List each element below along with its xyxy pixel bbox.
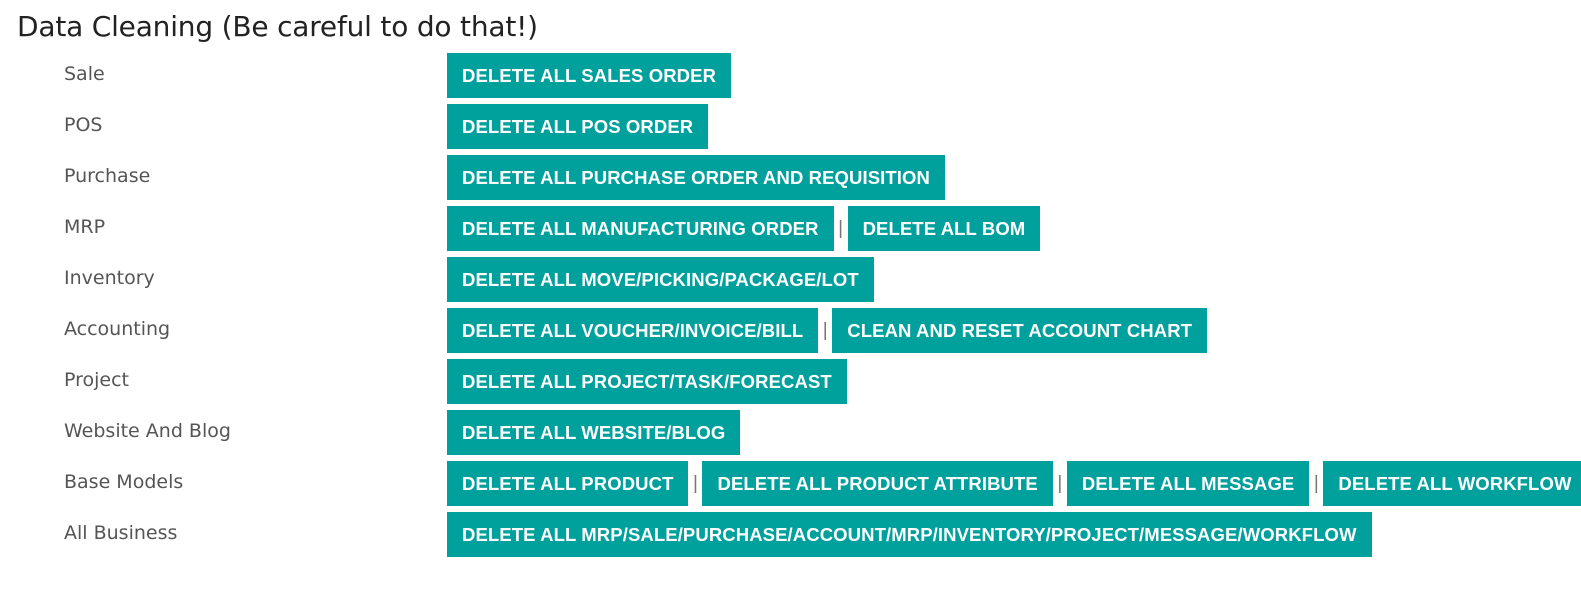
row-label-project: Project bbox=[64, 369, 130, 391]
delete-all-sales-order-button[interactable]: DELETE ALL SALES ORDER bbox=[447, 53, 732, 98]
row-actions-sale: DELETE ALL SALES ORDER bbox=[447, 53, 732, 98]
row-purchase: Purchase DELETE ALL PURCHASE ORDER AND R… bbox=[0, 155, 1581, 206]
row-actions-purchase: DELETE ALL PURCHASE ORDER AND REQUISITIO… bbox=[447, 155, 945, 200]
delete-all-product-button[interactable]: DELETE ALL PRODUCT bbox=[447, 461, 689, 506]
row-label-website-blog: Website And Blog bbox=[64, 420, 231, 442]
row-label-all-business: All Business bbox=[64, 522, 178, 544]
delete-all-manufacturing-order-button[interactable]: DELETE ALL MANUFACTURING ORDER bbox=[447, 206, 834, 251]
row-actions-project: DELETE ALL PROJECT/TASK/FORECAST bbox=[447, 359, 847, 404]
button-separator: | bbox=[822, 319, 828, 341]
row-actions-mrp: DELETE ALL MANUFACTURING ORDER | DELETE … bbox=[447, 206, 1041, 251]
button-separator: | bbox=[693, 472, 698, 494]
button-separator: | bbox=[1057, 472, 1063, 494]
row-sale: Sale DELETE ALL SALES ORDER bbox=[0, 53, 1581, 104]
row-inventory: Inventory DELETE ALL MOVE/PICKING/PACKAG… bbox=[0, 257, 1581, 308]
delete-all-bom-button[interactable]: DELETE ALL BOM bbox=[847, 206, 1041, 251]
row-all-business: All Business DELETE ALL MRP/SALE/PURCHAS… bbox=[0, 512, 1581, 563]
delete-all-business-data-button[interactable]: DELETE ALL MRP/SALE/PURCHASE/ACCOUNT/MRP… bbox=[447, 512, 1372, 557]
row-actions-inventory: DELETE ALL MOVE/PICKING/PACKAGE/LOT bbox=[447, 257, 874, 302]
row-base-models: Base Models DELETE ALL PRODUCT | DELETE … bbox=[0, 461, 1581, 512]
row-actions-base-models: DELETE ALL PRODUCT | DELETE ALL PRODUCT … bbox=[447, 461, 1581, 506]
delete-all-purchase-order-button[interactable]: DELETE ALL PURCHASE ORDER AND REQUISITIO… bbox=[447, 155, 945, 200]
row-actions-website-blog: DELETE ALL WEBSITE/BLOG bbox=[447, 410, 741, 455]
delete-all-workflow-button[interactable]: DELETE ALL WORKFLOW bbox=[1323, 461, 1581, 506]
delete-all-project-task-button[interactable]: DELETE ALL PROJECT/TASK/FORECAST bbox=[447, 359, 847, 404]
delete-all-website-blog-button[interactable]: DELETE ALL WEBSITE/BLOG bbox=[447, 410, 741, 455]
button-separator: | bbox=[838, 217, 844, 239]
delete-all-message-button[interactable]: DELETE ALL MESSAGE bbox=[1066, 461, 1310, 506]
row-project: Project DELETE ALL PROJECT/TASK/FORECAST bbox=[0, 359, 1581, 410]
row-mrp: MRP DELETE ALL MANUFACTURING ORDER | DEL… bbox=[0, 206, 1581, 257]
row-label-base-models: Base Models bbox=[64, 471, 184, 493]
row-actions-pos: DELETE ALL POS ORDER bbox=[447, 104, 709, 149]
row-actions-accounting: DELETE ALL VOUCHER/INVOICE/BILL | CLEAN … bbox=[447, 308, 1208, 353]
button-separator: | bbox=[1313, 472, 1319, 494]
clean-reset-account-chart-button[interactable]: CLEAN AND RESET ACCOUNT CHART bbox=[832, 308, 1208, 353]
row-website-blog: Website And Blog DELETE ALL WEBSITE/BLOG bbox=[0, 410, 1581, 461]
row-label-pos: POS bbox=[64, 114, 103, 136]
row-label-accounting: Accounting bbox=[64, 318, 171, 340]
data-cleaning-page: Data Cleaning (Be careful to do that!) S… bbox=[0, 0, 1581, 592]
section-title: Data Cleaning (Be careful to do that!) bbox=[17, 10, 538, 43]
row-actions-all-business: DELETE ALL MRP/SALE/PURCHASE/ACCOUNT/MRP… bbox=[447, 512, 1372, 557]
row-label-mrp: MRP bbox=[64, 216, 106, 238]
row-label-inventory: Inventory bbox=[64, 267, 155, 289]
row-label-purchase: Purchase bbox=[64, 165, 151, 187]
delete-all-product-attribute-button[interactable]: DELETE ALL PRODUCT ATTRIBUTE bbox=[702, 461, 1053, 506]
row-label-sale: Sale bbox=[64, 63, 105, 85]
delete-all-pos-order-button[interactable]: DELETE ALL POS ORDER bbox=[447, 104, 709, 149]
row-pos: POS DELETE ALL POS ORDER bbox=[0, 104, 1581, 155]
cleaning-rows: Sale DELETE ALL SALES ORDER POS DELETE A… bbox=[0, 53, 1581, 563]
delete-all-voucher-invoice-button[interactable]: DELETE ALL VOUCHER/INVOICE/BILL bbox=[447, 308, 819, 353]
delete-all-move-picking-button[interactable]: DELETE ALL MOVE/PICKING/PACKAGE/LOT bbox=[447, 257, 874, 302]
row-accounting: Accounting DELETE ALL VOUCHER/INVOICE/BI… bbox=[0, 308, 1581, 359]
